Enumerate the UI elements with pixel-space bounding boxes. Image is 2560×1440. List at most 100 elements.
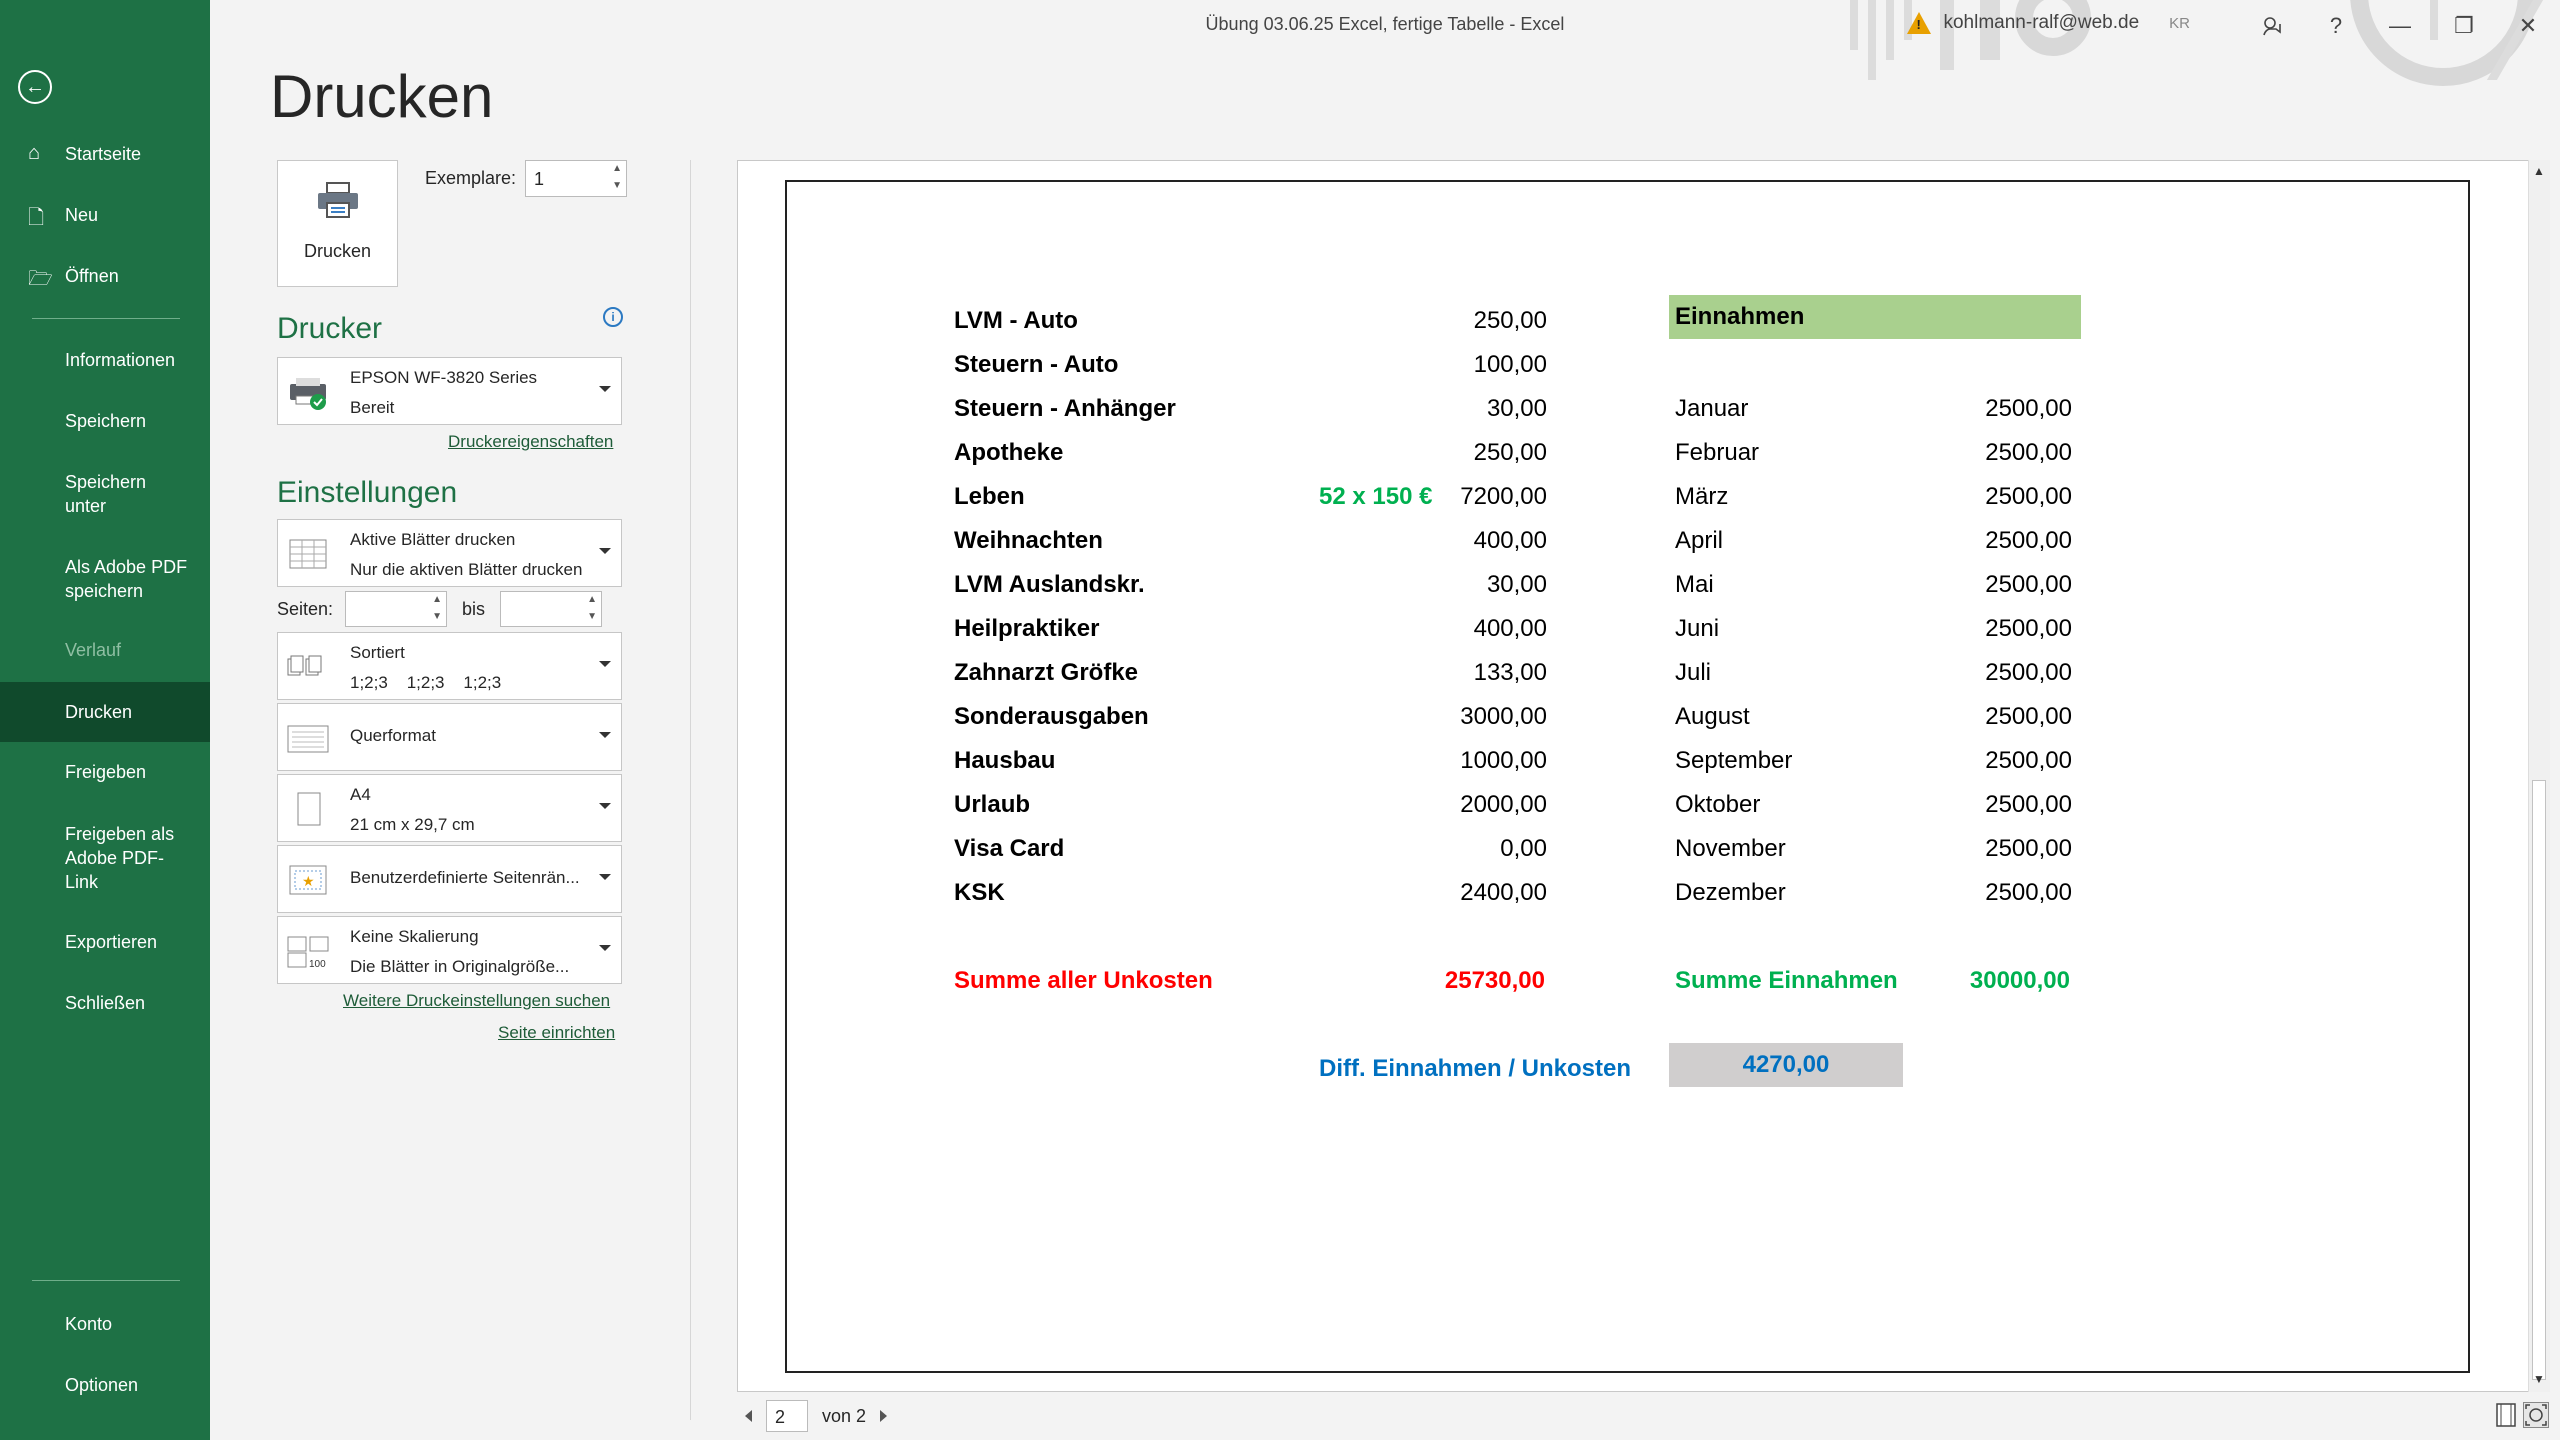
- sidebar-item-schliessen[interactable]: Schließen: [0, 991, 210, 1015]
- show-margins-icon[interactable]: [2493, 1402, 2519, 1428]
- margins-select[interactable]: ★ Benutzerdefinierte Seitenrän...: [277, 845, 622, 913]
- sidebar-item-oeffnen[interactable]: 🗁 Öffnen: [0, 264, 210, 290]
- copies-label: Exemplare:: [425, 168, 517, 188]
- expense-label: Weihnachten: [954, 527, 1103, 554]
- income-month: April: [1675, 527, 1724, 554]
- sidebar-item-verlauf: Verlauf: [0, 638, 210, 662]
- feedback-icon[interactable]: [2240, 0, 2304, 52]
- print-what-title: Aktive Blätter drucken: [350, 530, 516, 549]
- restore-icon[interactable]: ❐: [2432, 0, 2496, 52]
- chevron-down-icon: [599, 386, 611, 392]
- new-doc-icon: 🗋: [28, 207, 45, 229]
- backstage-sidebar: ← ⌂ Startseite 🗋 Neu 🗁 Öffnen Informatio…: [0, 0, 210, 1440]
- preview-scrollbar[interactable]: ▲ ▼: [2528, 160, 2550, 1392]
- svg-text:★: ★: [302, 873, 315, 889]
- zoom-to-page-icon[interactable]: [2523, 1402, 2549, 1428]
- scrollbar-thumb[interactable]: [2532, 780, 2546, 1380]
- expense-label: Steuern - Auto: [954, 351, 1119, 378]
- income-value: 2500,00: [1985, 395, 2072, 422]
- income-value: 2500,00: [1985, 835, 2072, 862]
- income-month: Oktober: [1675, 791, 1761, 818]
- close-icon[interactable]: ✕: [2496, 0, 2560, 52]
- sidebar-item-label: Startseite: [65, 144, 142, 164]
- income-month: Juni: [1675, 615, 1720, 642]
- expense-value: 2000,00: [1460, 791, 1547, 818]
- svg-text:100: 100: [309, 959, 326, 970]
- income-month: November: [1675, 835, 1786, 862]
- page-setup-link[interactable]: Seite einrichten: [498, 1023, 615, 1043]
- help-icon[interactable]: ?: [2304, 0, 2368, 52]
- collate-title: Sortiert: [350, 643, 405, 662]
- sidebar-item-freigeben[interactable]: Freigeben: [0, 760, 210, 784]
- expense-label: Heilpraktiker: [954, 615, 1100, 642]
- page-number-input[interactable]: 2: [766, 1400, 808, 1432]
- sidebar-item-exportieren[interactable]: Exportieren: [0, 930, 210, 954]
- scroll-up-icon[interactable]: ▲: [2533, 164, 2545, 178]
- sidebar-item-konto[interactable]: Konto: [0, 1312, 210, 1336]
- spin-down-icon[interactable]: ▼: [432, 611, 442, 622]
- scaling-select[interactable]: 100 Keine Skalierung Die Blätter in Orig…: [277, 916, 622, 984]
- sidebar-item-label: Öffnen: [65, 266, 119, 286]
- income-month: Februar: [1675, 439, 1760, 466]
- back-arrow-icon[interactable]: ←: [18, 70, 52, 104]
- pages-from-input[interactable]: ▲ ▼: [345, 591, 447, 627]
- scroll-down-icon[interactable]: ▼: [2533, 1372, 2545, 1386]
- expense-value: 0,00: [1500, 835, 1547, 862]
- expense-label: Visa Card: [954, 835, 1065, 862]
- next-page-icon[interactable]: [880, 1410, 888, 1422]
- collate-sub: 1;2;3 1;2;3 1;2;3: [350, 673, 502, 692]
- income-value: 2500,00: [1985, 439, 2072, 466]
- sidebar-item-optionen[interactable]: Optionen: [0, 1373, 210, 1397]
- print-what-sub: Nur die aktiven Blätter drucken: [350, 560, 583, 579]
- sidebar-item-startseite[interactable]: ⌂ Startseite: [0, 142, 210, 166]
- diff-label: Diff. Einnahmen / Unkosten: [1319, 1055, 1632, 1082]
- chevron-down-icon: [599, 874, 611, 880]
- spin-down-icon[interactable]: ▼: [612, 180, 622, 191]
- expense-value: 400,00: [1473, 615, 1547, 642]
- margins-value: Benutzerdefinierte Seitenrän...: [350, 868, 580, 887]
- expense-label: LVM - Auto: [954, 307, 1078, 334]
- printer-properties-link[interactable]: Druckereigenschaften: [448, 432, 613, 452]
- page-count-label: von 2: [822, 1405, 867, 1426]
- more-print-settings-link[interactable]: Weitere Druckeinstellungen suchen: [343, 991, 610, 1011]
- sidebar-item-adobe-pdf-link[interactable]: Freigeben als Adobe PDF-Link: [0, 822, 210, 894]
- collate-select[interactable]: Sortiert 1;2;3 1;2;3 1;2;3: [277, 632, 622, 700]
- window-title: Übung 03.06.25 Excel, fertige Tabelle - …: [1205, 14, 1565, 34]
- spin-down-icon[interactable]: ▼: [587, 611, 597, 622]
- copies-input[interactable]: 1 ▲ ▼: [525, 160, 627, 197]
- sidebar-item-neu[interactable]: 🗋 Neu: [0, 203, 210, 229]
- expense-label: Urlaub: [954, 791, 1031, 818]
- sidebar-item-adobe-pdf[interactable]: Als Adobe PDF speichern: [0, 555, 210, 603]
- window-controls: ? — ❐ ✕: [2240, 0, 2560, 52]
- warning-icon[interactable]: [1907, 12, 1932, 34]
- sidebar-item-speichern-unter[interactable]: Speichern unter: [0, 470, 210, 518]
- sidebar-item-informationen[interactable]: Informationen: [0, 348, 210, 372]
- print-what-select[interactable]: Aktive Blätter drucken Nur die aktiven B…: [277, 519, 622, 587]
- income-value: 2500,00: [1985, 615, 2072, 642]
- print-button[interactable]: Drucken: [277, 160, 398, 287]
- expense-value: 133,00: [1473, 659, 1547, 686]
- sidebar-item-label: Neu: [65, 205, 99, 225]
- expense-label: Leben: [954, 483, 1025, 510]
- expense-value: 30,00: [1486, 395, 1547, 422]
- sidebar-item-drucken[interactable]: Drucken: [0, 682, 210, 742]
- paper-size-select[interactable]: A4 21 cm x 29,7 cm: [277, 774, 622, 842]
- info-icon[interactable]: i: [603, 307, 623, 327]
- pages-to-label: bis: [462, 599, 486, 619]
- printer-select[interactable]: EPSON WF-3820 Series Bereit: [277, 357, 622, 425]
- pages-to-input[interactable]: ▲ ▼: [500, 591, 602, 627]
- account-area[interactable]: kohlmann-ralf@web.de KR: [1907, 12, 2190, 34]
- minimize-icon[interactable]: —: [2368, 0, 2432, 52]
- orientation-select[interactable]: Querformat: [277, 703, 622, 771]
- settings-heading: Einstellungen: [277, 476, 458, 509]
- avatar[interactable]: KR: [2169, 15, 2190, 32]
- expense-value: 3000,00: [1460, 703, 1547, 730]
- sidebar-item-label: Speichern: [65, 411, 147, 431]
- spin-up-icon[interactable]: ▲: [612, 163, 622, 174]
- previous-page-icon[interactable]: [745, 1410, 752, 1422]
- folder-open-icon: 🗁: [28, 268, 53, 290]
- sidebar-item-label: Exportieren: [65, 932, 158, 952]
- spin-up-icon[interactable]: ▲: [432, 594, 442, 605]
- sidebar-item-speichern[interactable]: Speichern: [0, 409, 210, 433]
- spin-up-icon[interactable]: ▲: [587, 594, 597, 605]
